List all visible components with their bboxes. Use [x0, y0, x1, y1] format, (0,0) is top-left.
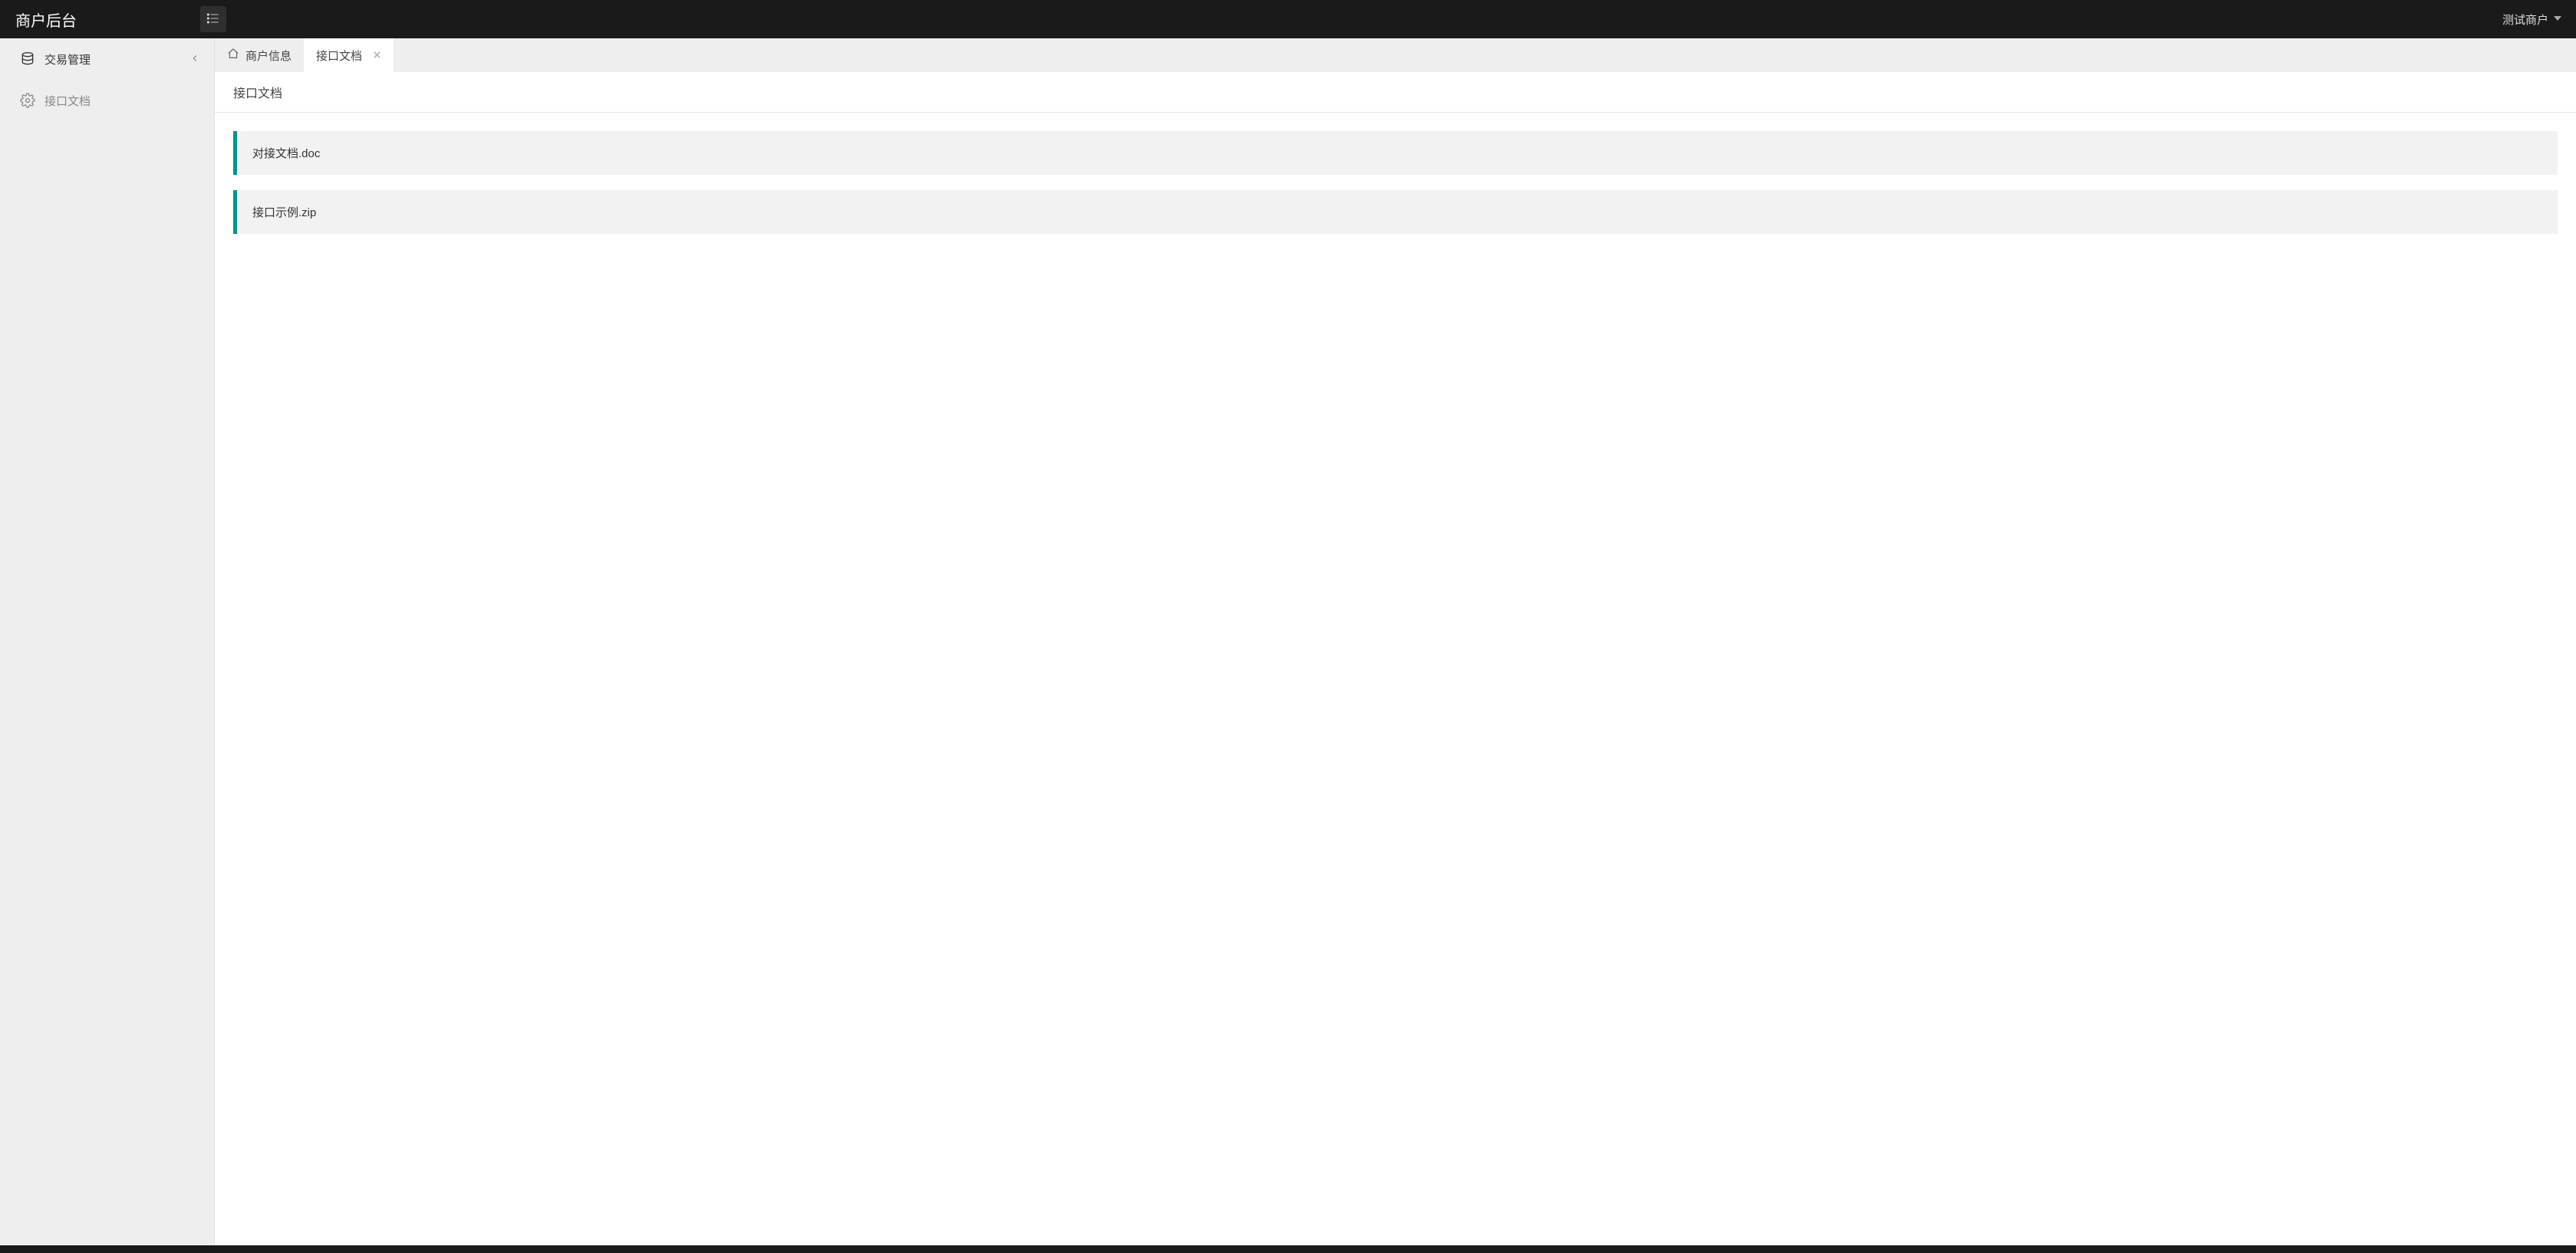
sidebar-toggle-button[interactable] [200, 6, 226, 32]
file-row[interactable]: 对接文档.doc [233, 131, 2558, 175]
topbar: 商户后台 测试商户 [0, 0, 2576, 38]
file-row[interactable]: 接口示例.zip [233, 190, 2558, 234]
tabs: 商户信息 接口文档 [215, 38, 2576, 72]
content: 对接文档.doc 接口示例.zip [215, 113, 2576, 1245]
sidebar: 交易管理 接口文档 [0, 38, 215, 1245]
user-menu[interactable]: 测试商户 [2502, 12, 2562, 28]
caret-down-icon [2553, 13, 2562, 26]
sidebar-item-api-docs[interactable]: 接口文档 [0, 80, 214, 121]
home-icon [227, 48, 239, 63]
main: 商户信息 接口文档 接口文档 对接文档.doc 接口示例.zi [215, 38, 2576, 1245]
file-name: 接口示例.zip [252, 204, 316, 220]
file-name: 对接文档.doc [252, 145, 320, 161]
sidebar-item-label: 交易管理 [44, 51, 180, 67]
gear-icon [20, 93, 35, 108]
tab-close-button[interactable] [373, 49, 381, 62]
close-icon [373, 49, 381, 62]
sidebar-item-label: 接口文档 [44, 93, 200, 109]
list-icon [206, 11, 221, 28]
tab-api-docs[interactable]: 接口文档 [304, 38, 394, 72]
tab-merchant-info[interactable]: 商户信息 [215, 38, 304, 72]
database-icon [20, 51, 35, 67]
tab-label: 接口文档 [316, 48, 362, 64]
chevron-left-icon [189, 53, 200, 66]
page-title: 接口文档 [215, 72, 2576, 113]
brand-title: 商户后台 [15, 8, 203, 31]
sidebar-item-transactions[interactable]: 交易管理 [0, 38, 214, 80]
user-name: 测试商户 [2502, 12, 2548, 28]
footer-bar [0, 1245, 2576, 1253]
tab-label: 商户信息 [245, 48, 292, 64]
